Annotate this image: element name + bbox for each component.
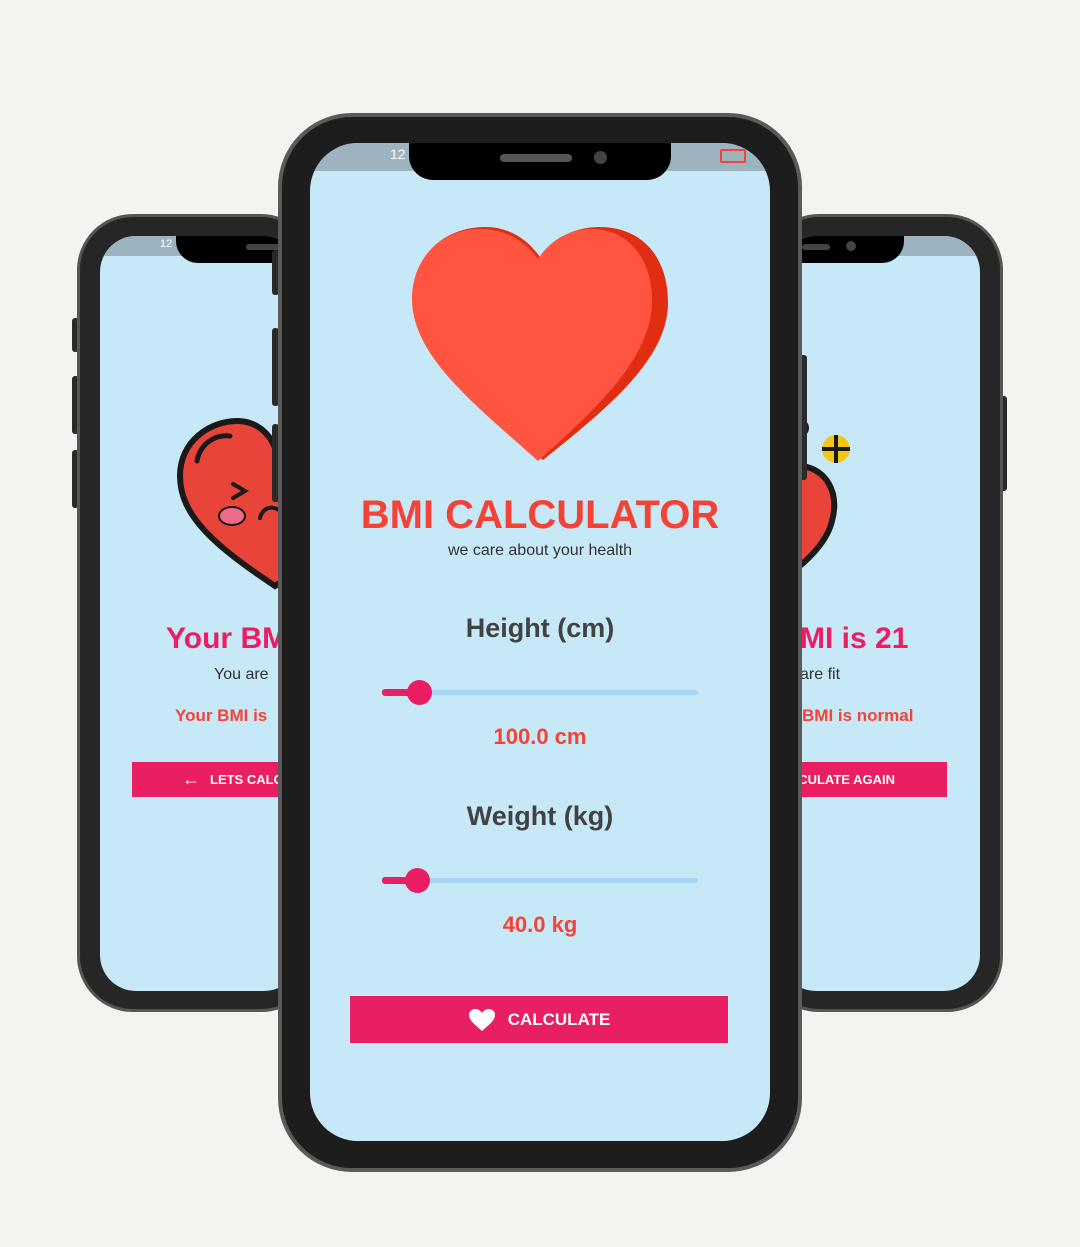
weight-value: 40.0 kg [502,912,578,937]
heart-icon [412,227,668,461]
calculate-again-label: CULATE AGAIN [798,772,895,787]
status-time: 12 [390,146,406,162]
app-tagline: we care about your health [447,542,633,559]
app-title: BMI CALCULATOR [360,493,720,537]
weight-slider[interactable] [382,867,698,893]
screen-right: MI is 21 are fit BMI is normal CULATE AG… [780,236,980,991]
lets-calculate-button[interactable]: ← LETS CALC [132,762,300,797]
front-camera [594,151,607,164]
status-time: 12 [160,238,173,250]
calculate-label: CALCULATE [507,1009,611,1029]
arrow-left-icon: ← [182,769,200,789]
result-subtitle: are fit [800,666,841,683]
battery-icon [720,149,746,163]
result-text: Your BMI is [175,706,268,725]
result-subtitle: You are [214,666,269,683]
lets-calculate-label: LETS CALC [210,772,283,787]
weight-slider-thumb[interactable] [405,868,430,893]
weight-label: Weight (kg) [466,801,614,831]
height-slider-thumb[interactable] [407,680,432,705]
heart-button-icon [468,1008,495,1031]
speaker [802,244,830,250]
result-heading: MI is 21 [800,622,909,655]
speaker [500,154,572,162]
result-text: BMI is normal [802,706,914,725]
calculate-again-button[interactable]: CULATE AGAIN [780,762,947,797]
height-label: Height (cm) [465,613,615,643]
screen-front: 12 BMI CALCULATOR we care about your hea… [310,143,770,1141]
height-value: 100.0 cm [493,724,587,749]
result-heading: Your BM [166,622,288,655]
height-slider[interactable] [382,679,698,705]
front-camera [846,241,856,251]
calculate-button[interactable]: CALCULATE [350,996,728,1043]
screen-left: 12 Your BM You are Your BMI is ← LETS CA… [100,236,300,991]
